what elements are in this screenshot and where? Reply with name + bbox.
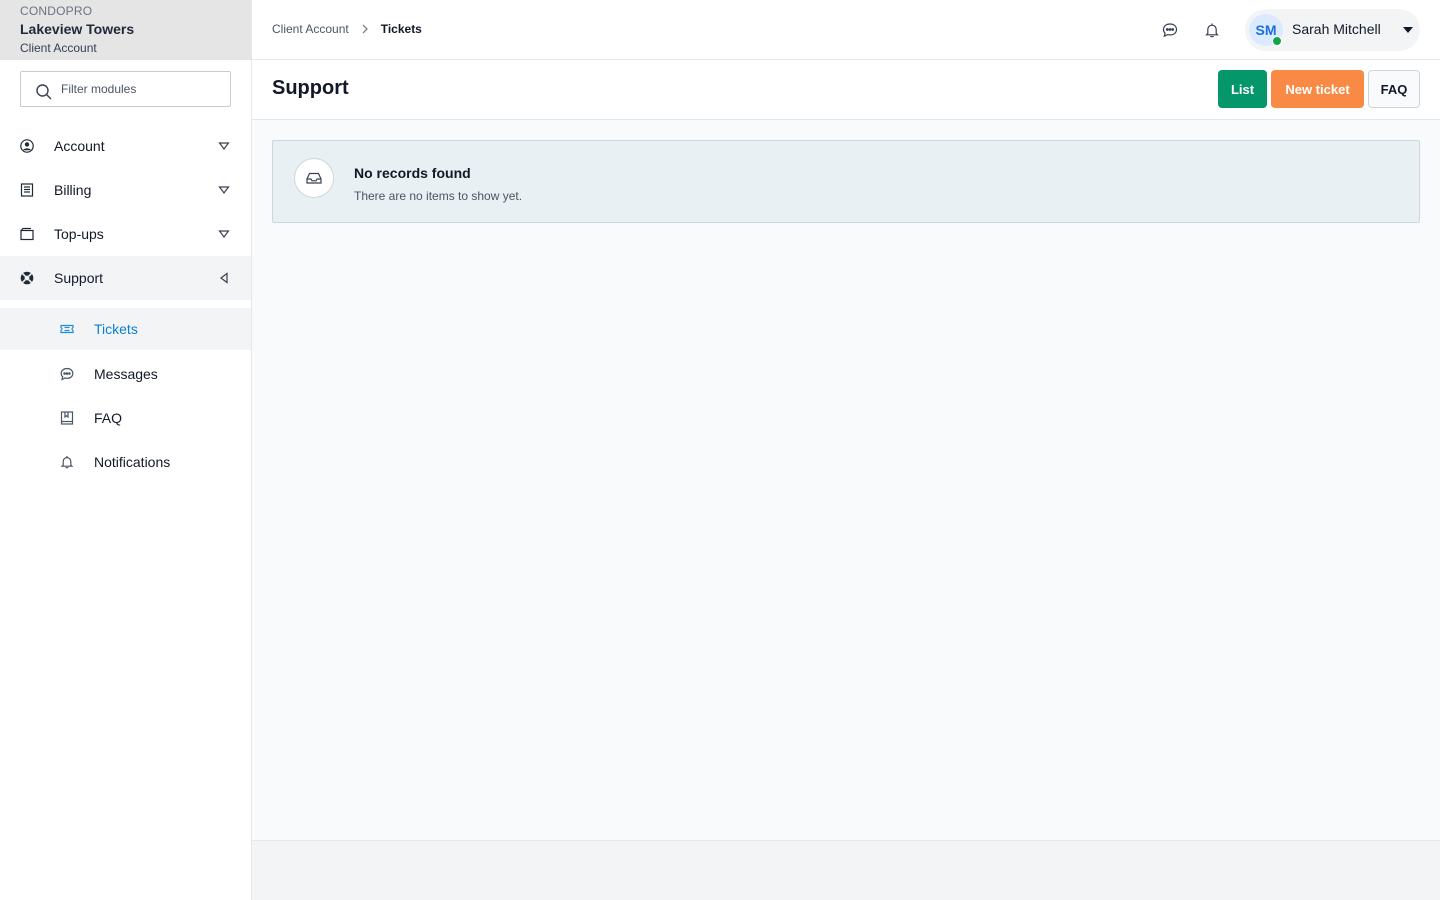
chevron-down-icon[interactable] [218, 228, 230, 240]
search-icon [35, 83, 53, 101]
book-icon [60, 411, 74, 425]
chat-bubble-icon [60, 367, 74, 381]
property-name: Lakeview Towers [20, 21, 135, 37]
empty-state: No records found There are no items to s… [272, 140, 1420, 223]
chat-bubble-icon[interactable] [1162, 22, 1178, 38]
empty-state-title: No records found [354, 165, 471, 181]
lifebuoy-icon [20, 271, 34, 285]
sidebar-item-label: Billing [54, 182, 92, 198]
chevron-right-icon [360, 24, 370, 34]
list-button[interactable]: List [1218, 70, 1267, 108]
sidebar-item-label: Account [54, 138, 105, 154]
chevron-down-icon[interactable] [218, 184, 230, 196]
page-title: Support [272, 77, 349, 99]
top-bar: Client Account Tickets SM Sarah Mitchell [252, 0, 1440, 60]
account-type: Client Account [20, 41, 97, 55]
footer [252, 840, 1440, 900]
sidebar-item-label: Support [54, 270, 104, 286]
invoice-icon [20, 183, 34, 197]
sidebar-item-support[interactable]: Support [0, 256, 251, 300]
breadcrumb: Client Account Tickets [272, 22, 422, 36]
user-name: Sarah Mitchell [1292, 21, 1381, 37]
support-submenu: Tickets Messages FAQ Notifications [0, 300, 251, 484]
empty-state-icon-circle [294, 158, 334, 198]
submenu-item-tickets[interactable]: Tickets [0, 308, 251, 350]
main-content: No records found There are no items to s… [252, 120, 1440, 840]
submenu-item-label: Tickets [94, 321, 138, 337]
submenu-item-label: Notifications [94, 454, 171, 470]
user-circle-icon [20, 139, 34, 153]
filter-modules-input[interactable] [61, 72, 226, 106]
sidebar-item-label: Top-ups [54, 226, 104, 242]
breadcrumb-current: Tickets [380, 22, 422, 36]
wallet-icon [20, 227, 34, 241]
page-header: Support List New ticket FAQ [252, 60, 1440, 120]
submenu-item-label: Messages [94, 366, 158, 382]
sidebar-nav: Account Billing Top-ups Support Tickets … [0, 124, 251, 484]
inbox-icon [305, 169, 323, 187]
sidebar-item-top-ups[interactable]: Top-ups [0, 212, 251, 256]
empty-state-message: There are no items to show yet. [354, 189, 523, 203]
breadcrumb-link-client-account[interactable]: Client Account [272, 22, 349, 36]
filter-modules [20, 71, 231, 107]
bell-icon [60, 455, 74, 469]
online-status-dot [1272, 36, 1282, 46]
sidebar-item-account[interactable]: Account [0, 124, 251, 168]
caret-down-icon [1402, 25, 1414, 35]
chevron-down-icon[interactable] [218, 140, 230, 152]
chevron-left-icon[interactable] [218, 272, 230, 284]
ticket-icon [60, 322, 74, 336]
submenu-item-faq[interactable]: FAQ [0, 396, 251, 440]
submenu-item-label: FAQ [94, 410, 123, 426]
new-ticket-button[interactable]: New ticket [1271, 70, 1364, 108]
bell-icon[interactable] [1204, 22, 1220, 38]
sidebar-item-billing[interactable]: Billing [0, 168, 251, 212]
user-menu[interactable]: SM Sarah Mitchell [1245, 9, 1420, 51]
sidebar: CONDOPRO Lakeview Towers Client Account … [0, 0, 252, 900]
brand-org: CONDOPRO [20, 4, 93, 18]
faq-button[interactable]: FAQ [1368, 70, 1420, 108]
submenu-item-notifications[interactable]: Notifications [0, 440, 251, 484]
brand-header: CONDOPRO Lakeview Towers Client Account [0, 0, 251, 60]
submenu-item-messages[interactable]: Messages [0, 352, 251, 396]
